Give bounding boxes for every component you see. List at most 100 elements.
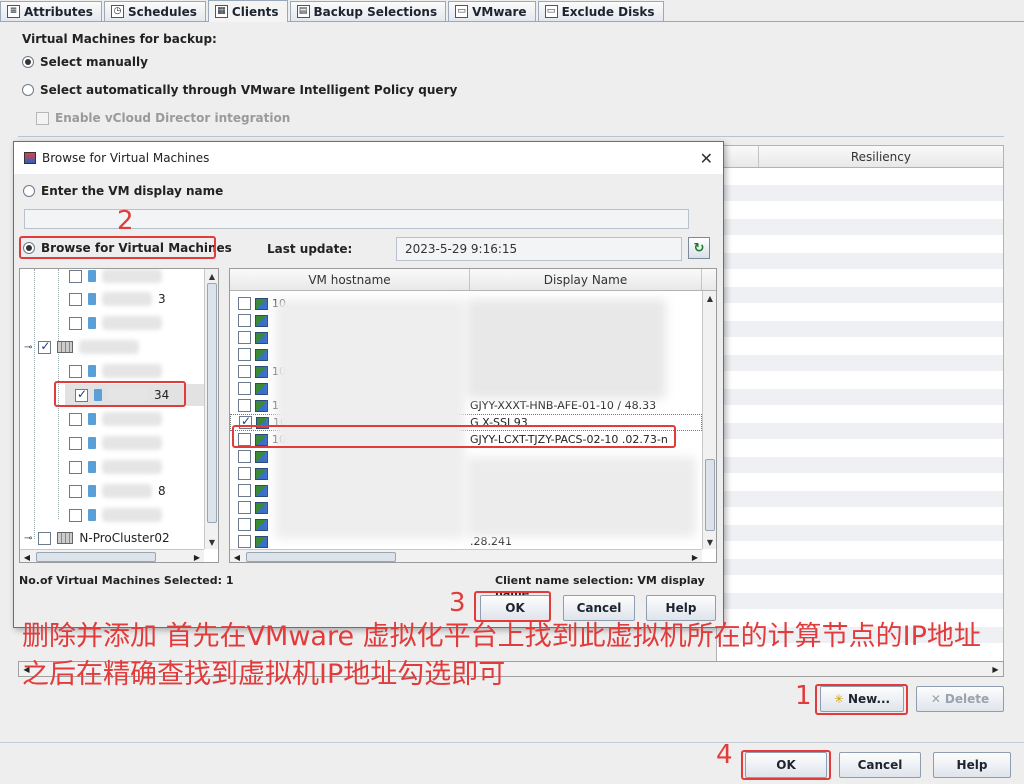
checkbox[interactable] [69,316,82,330]
table-row[interactable] [717,389,1003,406]
tab-exclude-disks[interactable]: ▭ Exclude Disks [537,1,664,21]
table-row[interactable] [717,287,1003,304]
tree-node[interactable] [69,312,162,334]
table-row[interactable] [717,219,1003,236]
header-resiliency[interactable]: Resiliency [759,146,1003,167]
vm-checkbox[interactable] [238,348,251,361]
collapse-toggle-icon[interactable]: ⊸ [24,342,32,353]
checkbox[interactable] [69,484,82,498]
vm-checkbox[interactable] [239,414,252,429]
table-row[interactable] [717,304,1003,321]
checkbox[interactable] [38,339,52,354]
radio-select-automatically[interactable]: Select automatically through VMware Inte… [22,83,457,97]
checkbox[interactable] [69,508,82,522]
table-row[interactable] [717,372,1003,389]
table-row[interactable] [717,321,1003,338]
expand-toggle-icon[interactable]: ⊸ [24,533,32,544]
table-row[interactable] [717,270,1003,287]
table-row[interactable] [717,338,1003,355]
header-display-name[interactable]: Display Name [470,269,702,290]
checkbox[interactable] [69,436,82,450]
tree-node[interactable]: 3 [69,288,166,310]
table-row[interactable] [717,202,1003,219]
vm-checkbox[interactable] [238,450,251,463]
table-row[interactable] [717,542,1003,559]
table-row[interactable] [717,185,1003,202]
tree-node[interactable] [69,432,162,454]
table-row[interactable] [717,508,1003,525]
tree-node-cluster[interactable]: ⊸ N-ProCluster02 [24,527,170,549]
tree-horizontal-scrollbar[interactable]: ◀ ▶ [20,549,204,562]
tree-node[interactable] [69,504,162,526]
ok-button[interactable]: OK [745,752,827,778]
table-row[interactable] [717,423,1003,440]
checkbox[interactable] [38,531,52,545]
vm-checkbox[interactable] [238,382,251,395]
vm-checkbox[interactable] [238,518,251,531]
table-row[interactable] [717,440,1003,457]
vm-checkbox[interactable] [238,467,251,480]
close-icon[interactable]: ✕ [700,149,713,168]
scroll-up-icon[interactable]: ▲ [703,291,716,305]
table-row[interactable] [717,355,1003,372]
scroll-down-icon[interactable]: ▼ [703,535,716,549]
table-row[interactable] [717,593,1003,610]
table-row[interactable] [717,457,1003,474]
vm-checkbox[interactable] [238,297,251,310]
checkbox[interactable] [69,412,82,426]
vcloud-checkbox[interactable]: Enable vCloud Director integration [36,111,290,125]
table-row[interactable] [717,253,1003,270]
tab-attributes[interactable]: ≡ Attributes [0,1,102,21]
scroll-thumb[interactable] [36,552,156,562]
checkbox[interactable] [69,269,82,283]
vm-vertical-scrollbar[interactable]: ▲ ▼ [702,291,716,549]
tree-node[interactable] [69,408,162,430]
tree-node[interactable] [69,456,162,478]
scroll-right-icon[interactable]: ▶ [688,553,702,562]
scroll-right-icon[interactable]: ▶ [190,553,204,562]
tree-node-host[interactable]: ⊸ [24,336,140,358]
help-button[interactable]: Help [933,752,1011,778]
header-vm-hostname[interactable]: VM hostname [230,269,470,290]
tab-clients[interactable]: ▦ Clients [207,0,288,22]
scroll-up-icon[interactable]: ▲ [205,269,218,283]
tab-schedules[interactable]: ◷ Schedules [103,1,206,21]
vm-checkbox[interactable] [238,535,251,548]
vm-checkbox[interactable] [238,484,251,497]
refresh-icon[interactable]: ↻ [688,237,710,259]
checkbox[interactable] [69,460,82,474]
tree-node[interactable] [69,360,162,382]
tab-vmware[interactable]: ▭ VMware [448,1,536,21]
tree-node[interactable] [69,269,162,287]
scroll-down-icon[interactable]: ▼ [205,535,218,549]
scroll-thumb[interactable] [246,552,396,562]
scroll-thumb[interactable] [705,459,715,531]
checkbox[interactable] [75,387,88,402]
table-row[interactable] [717,491,1003,508]
radio-enter-vm-name[interactable]: Enter the VM display name [23,184,223,198]
tree-node[interactable]: 8 [69,480,166,502]
radio-browse-vms[interactable]: Browse for Virtual Machines [23,241,232,255]
table-row[interactable] [717,406,1003,423]
scroll-thumb[interactable] [207,283,217,523]
table-row[interactable] [717,576,1003,593]
tree-vertical-scrollbar[interactable]: ▲ ▼ [204,269,218,549]
vm-checkbox[interactable] [238,501,251,514]
tree-node-selected[interactable]: 34 [65,384,215,406]
checkbox[interactable] [69,292,82,306]
vm-checkbox[interactable] [238,433,251,446]
table-row[interactable] [717,474,1003,491]
checkbox[interactable] [69,364,82,378]
vm-checkbox[interactable] [238,365,251,378]
vm-checkbox[interactable] [238,331,251,344]
vm-checkbox[interactable] [238,399,251,412]
table-row[interactable] [717,236,1003,253]
vm-checkbox[interactable] [238,314,251,327]
tab-backup-selections[interactable]: ▤ Backup Selections [289,1,447,21]
vm-horizontal-scrollbar[interactable]: ◀ ▶ [230,549,702,562]
scroll-left-icon[interactable]: ◀ [230,553,244,562]
scroll-left-icon[interactable]: ◀ [20,553,34,562]
table-row[interactable] [717,525,1003,542]
table-row[interactable] [717,559,1003,576]
table-row[interactable] [717,168,1003,185]
